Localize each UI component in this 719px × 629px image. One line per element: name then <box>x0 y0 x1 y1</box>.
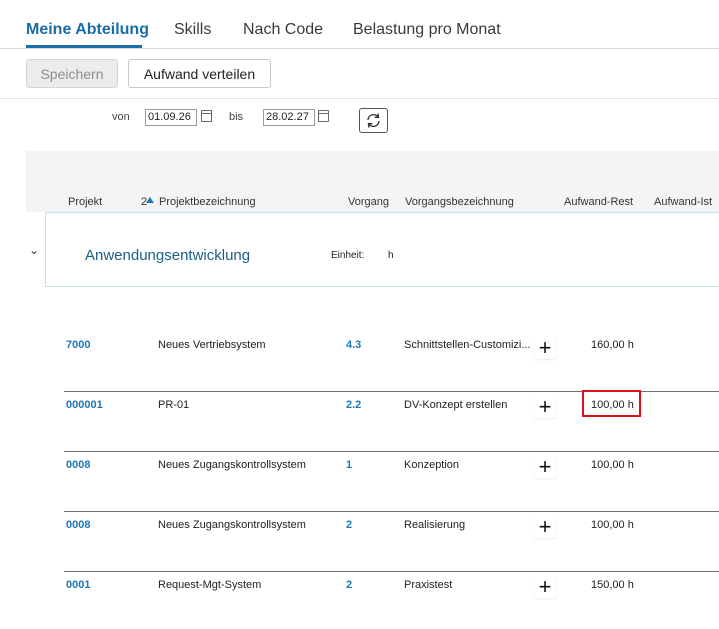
projektbezeichnung-cell: Request-Mgt-System <box>158 579 262 591</box>
projektbezeichnung-cell: PR-01 <box>158 399 190 411</box>
vorgang-link[interactable]: 2.2 <box>346 399 361 411</box>
vorgang-link[interactable]: 2 <box>346 519 352 531</box>
aufwand-rest-cell[interactable]: 100,00 h <box>591 519 634 531</box>
vorgangsbezeichnung-cell: Schnittstellen-Customizi... <box>404 339 531 351</box>
plus-icon[interactable]: + <box>534 337 556 359</box>
group-title: Anwendungsentwicklung <box>85 247 251 264</box>
calendar-icon[interactable] <box>318 110 329 122</box>
calendar-icon[interactable] <box>201 110 212 122</box>
column-header-aufwand-rest[interactable]: Aufwand-Rest <box>564 196 633 208</box>
aufwand-rest-cell[interactable]: 150,00 h <box>591 579 634 591</box>
vorgang-link[interactable]: 4.3 <box>346 339 361 351</box>
plus-icon[interactable]: + <box>534 576 556 598</box>
sort-asc-icon[interactable] <box>146 197 154 203</box>
to-date-input[interactable]: 28.02.27 <box>263 109 315 126</box>
tab-belastung-pro-monat[interactable]: Belastung pro Monat <box>353 21 501 39</box>
unit-label: Einheit: <box>331 250 365 261</box>
tab-bar: Meine Abteilung Skills Nach Code Belastu… <box>0 0 719 49</box>
column-header-projektbezeichnung[interactable]: Projektbezeichnung <box>159 196 256 208</box>
column-header-vorgangsbezeichnung[interactable]: Vorgangsbezeichnung <box>405 196 514 208</box>
tab-meine-abteilung[interactable]: Meine Abteilung <box>26 21 149 39</box>
row-divider <box>64 451 719 452</box>
plus-icon[interactable]: + <box>534 456 556 478</box>
row-divider <box>64 511 719 512</box>
plus-icon[interactable]: + <box>534 516 556 538</box>
vorgangsbezeichnung-cell: Praxistest <box>404 579 453 591</box>
vorgang-link[interactable]: 1 <box>346 459 352 471</box>
row-divider <box>64 571 719 572</box>
projektbezeichnung-cell: Neues Zugangskontrollsystem <box>158 459 306 471</box>
aufwand-rest-cell[interactable]: 100,00 h <box>591 459 634 471</box>
refresh-icon <box>367 113 380 128</box>
projektbezeichnung-cell: Neues Vertriebsystem <box>158 339 266 351</box>
projekt-link[interactable]: 0008 <box>66 459 90 471</box>
vorgangsbezeichnung-cell: Realisierung <box>404 519 466 531</box>
tab-skills[interactable]: Skills <box>174 21 211 39</box>
chevron-down-icon[interactable]: ⌄ <box>29 243 39 257</box>
column-header-vorgang[interactable]: Vorgang <box>348 196 389 208</box>
unit-value: h <box>388 250 394 261</box>
projekt-link[interactable]: 7000 <box>66 339 90 351</box>
tab-nach-code[interactable]: Nach Code <box>243 21 323 39</box>
toolbar: Speichern Aufwand verteilen <box>0 48 719 99</box>
projekt-link[interactable]: 0008 <box>66 519 90 531</box>
vorgangsbezeichnung-cell: Konzeption <box>404 459 460 471</box>
aufwand-rest-cell[interactable]: 160,00 h <box>591 339 634 351</box>
save-button[interactable]: Speichern <box>26 59 118 88</box>
from-date-input[interactable]: 01.09.26 <box>145 109 197 126</box>
column-header-projekt[interactable]: Projekt <box>68 196 102 208</box>
distribute-effort-button[interactable]: Aufwand verteilen <box>128 59 271 88</box>
vorgang-link[interactable]: 2 <box>346 579 352 591</box>
projekt-link[interactable]: 000001 <box>66 399 103 411</box>
plus-icon[interactable]: + <box>534 396 556 418</box>
column-header-aufwand-ist[interactable]: Aufwand-Ist <box>654 196 712 208</box>
projektbezeichnung-cell: Neues Zugangskontrollsystem <box>158 519 306 531</box>
vorgangsbezeichnung-cell: DV-Konzept erstellen <box>404 399 508 411</box>
projekt-link[interactable]: 0001 <box>66 579 90 591</box>
highlight-box <box>582 390 641 417</box>
to-label: bis <box>229 111 244 123</box>
from-label: von <box>112 111 130 123</box>
refresh-button[interactable] <box>359 108 388 133</box>
